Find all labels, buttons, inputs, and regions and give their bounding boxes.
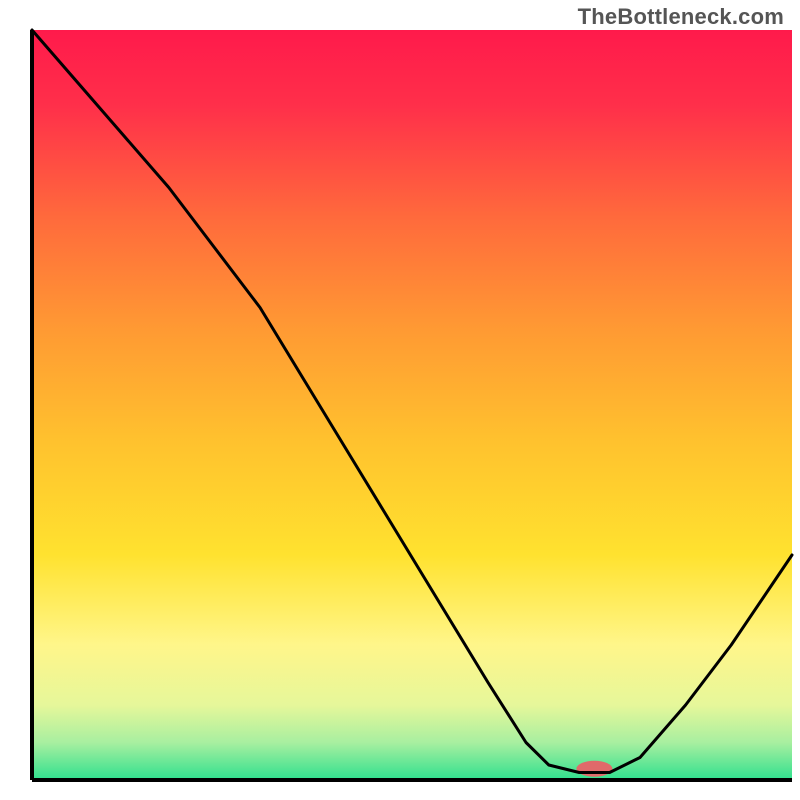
plot-background xyxy=(32,30,792,780)
bottleneck-chart xyxy=(0,0,800,800)
watermark-text: TheBottleneck.com xyxy=(578,4,784,30)
chart-frame: TheBottleneck.com xyxy=(0,0,800,800)
optimal-marker xyxy=(576,761,612,777)
